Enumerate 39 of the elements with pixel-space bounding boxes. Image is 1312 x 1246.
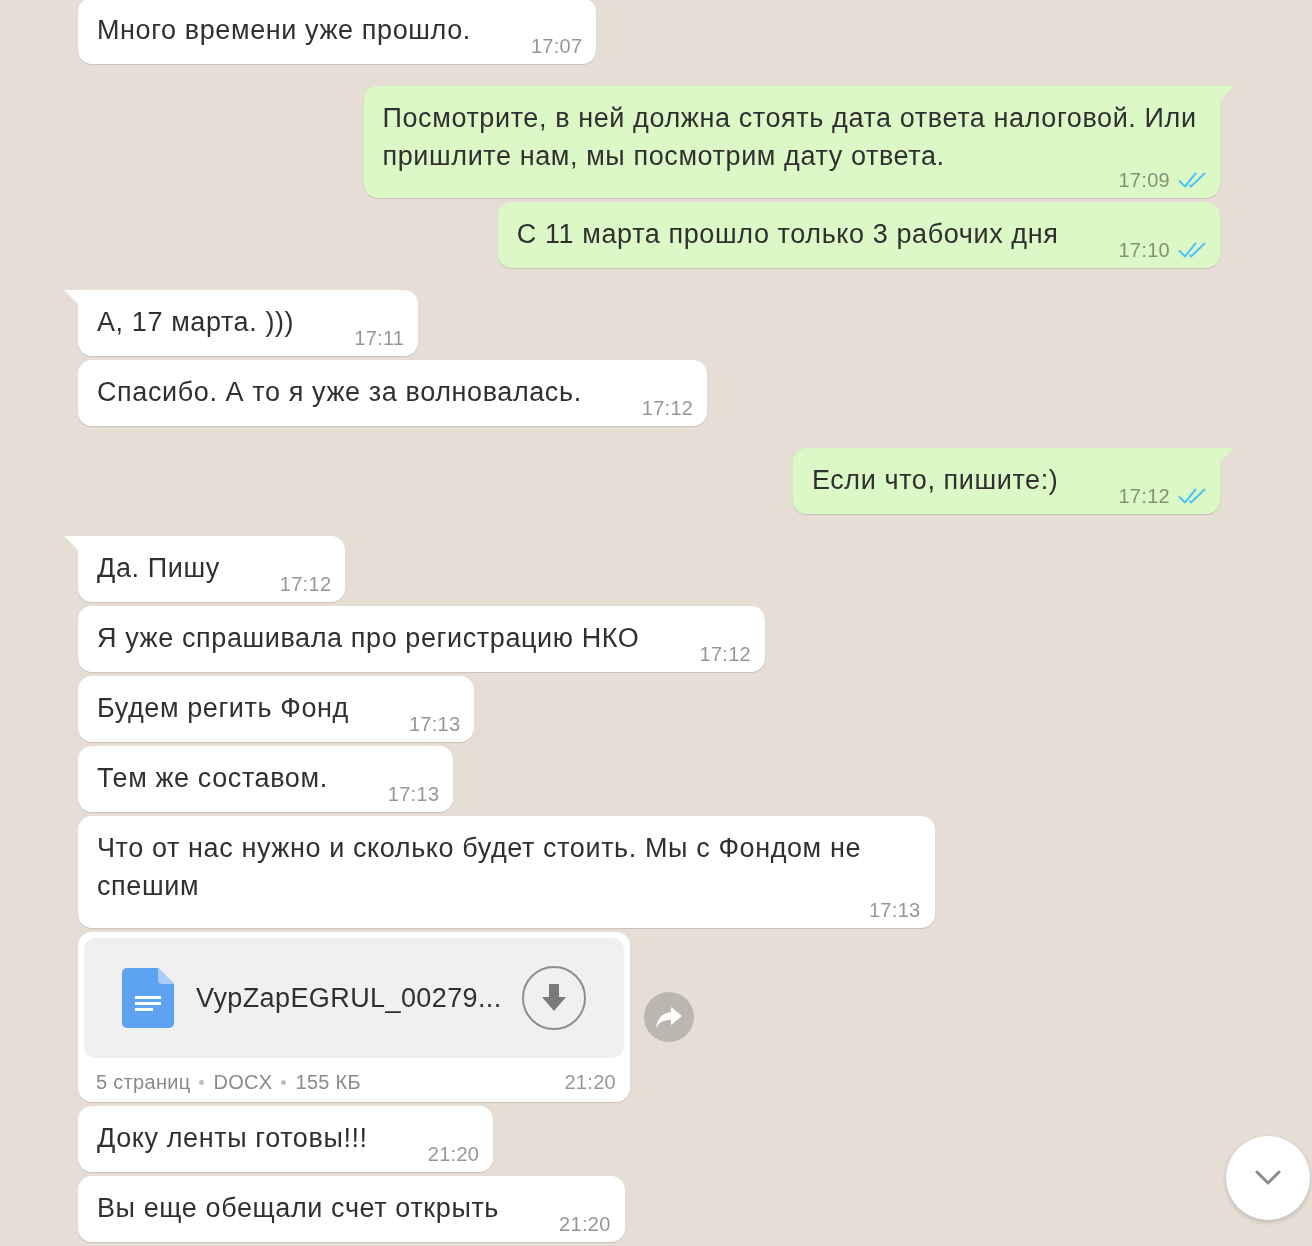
message-text: А, 17 марта. ))) [97, 307, 295, 337]
message-text: Я уже спрашивала про регистрацию НКО [97, 623, 640, 653]
chevron-down-icon [1255, 1170, 1281, 1186]
message-text: Что от нас нужно и сколько будет стоить. Мы с Фондом не спешим [97, 833, 861, 901]
message-time: 17:11 [354, 330, 405, 346]
message-text: Будем регить Фонд [97, 693, 349, 723]
curved-arrow-icon [656, 1005, 682, 1029]
message-time: 17:12 [1118, 488, 1170, 504]
arrow-down-icon [542, 984, 566, 1012]
message-text: Вы еще обещали счет открыть [97, 1193, 500, 1223]
message-text: Тем же составом. [97, 763, 328, 793]
message-time: 17:12 [279, 576, 332, 592]
message-text: Посмотрите, в ней должна стоять дата ответа налоговой. Или пришлите нам, мы посмотрим дату ответа. [382, 103, 1197, 171]
message-text: Много времени уже прошло. [97, 15, 471, 45]
file-card[interactable]: VypZapEGRUL_00279... [84, 938, 624, 1058]
message-text: Да. Пишу [97, 553, 220, 583]
message-text: Доку ленты готовы!!! [97, 1123, 368, 1153]
message-time: 17:13 [868, 902, 921, 918]
message-time: 21:20 [563, 1070, 616, 1094]
message-time: 17:07 [530, 38, 583, 54]
message-time: 17:13 [387, 786, 440, 802]
message-time: 17:12 [641, 400, 694, 416]
file-name: VypZapEGRUL_00279... [196, 982, 502, 1015]
message-text: Спасибо. А то я уже за волновалась. [97, 377, 582, 407]
message-time: 21:20 [427, 1146, 480, 1162]
forward-button[interactable] [644, 992, 694, 1042]
message-time: 17:12 [699, 646, 751, 662]
message-time: 17:09 [1118, 172, 1170, 188]
file-detail: 155 КБ [295, 1070, 361, 1094]
document-icon [122, 968, 174, 1028]
scroll-down-button[interactable] [1226, 1136, 1310, 1220]
message-text: Если что, пишите:) [811, 465, 1059, 495]
file-detail: DOCX [213, 1070, 273, 1094]
download-button[interactable] [522, 966, 586, 1030]
message-time: 17:13 [408, 716, 461, 732]
file-detail: 5 страниц [96, 1070, 191, 1094]
message-text: С 11 марта прошло только 3 рабочих дня [516, 219, 1059, 249]
message-time: 17:10 [1118, 242, 1170, 258]
message-time: 21:20 [559, 1216, 611, 1232]
